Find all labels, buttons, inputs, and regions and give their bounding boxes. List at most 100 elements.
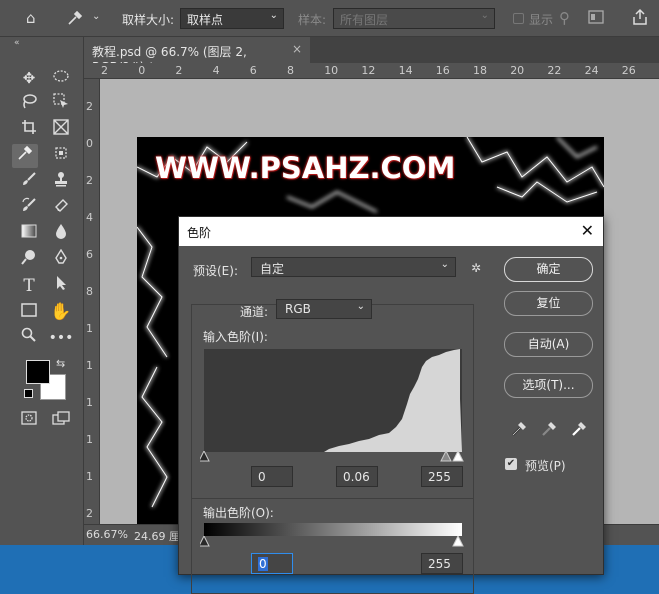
ruler-tick-label: 4 (212, 64, 220, 77)
input-white-value: 255 (428, 470, 451, 484)
close-icon[interactable]: × (292, 42, 302, 56)
document-tab[interactable]: 教程.psd @ 66.7% (图层 2, RGB/8#) * × (84, 37, 310, 74)
chevron-down-icon: ⌄ (440, 259, 449, 270)
ruler-tick-label: 10 (324, 64, 339, 77)
show-checkbox[interactable] (513, 13, 524, 24)
default-colors-icon[interactable] (24, 389, 33, 398)
history-brush-tool-icon[interactable] (16, 196, 42, 220)
ruler-tick-label: 8 (86, 285, 93, 298)
workspace-icon[interactable] (588, 10, 604, 28)
spot-healing-tool-icon[interactable] (48, 144, 74, 168)
sample-label: 样本: (298, 13, 327, 27)
eyedropper-tool-icon[interactable] (12, 144, 38, 168)
swap-colors-icon[interactable]: ⇆ (56, 357, 65, 370)
chevron-down-icon: ⌄ (480, 10, 489, 21)
quick-mask-icon[interactable] (16, 408, 42, 432)
input-levels-label: 输入色阶(I): (203, 330, 268, 344)
dodge-tool-icon[interactable] (16, 248, 42, 272)
lasso-tool-icon[interactable] (16, 92, 42, 116)
zoom-tool-icon[interactable] (16, 326, 42, 350)
pen-tool-icon[interactable] (48, 248, 74, 272)
divider (191, 498, 474, 499)
chevron-down-icon: ⌄ (356, 301, 365, 312)
ruler-tick-label: 2 (101, 64, 108, 77)
document-info[interactable]: 24.69 厘 (134, 528, 180, 544)
options-button[interactable]: 选项(T)... (504, 373, 593, 398)
gray-point-eyedropper-icon[interactable] (539, 420, 559, 440)
dialog-title-bar[interactable]: 色阶 ✕ (179, 217, 603, 246)
chevron-down-icon[interactable]: ⌄ (92, 11, 100, 22)
crop-tool-icon[interactable] (16, 118, 42, 142)
screen-mode-icon[interactable] (48, 408, 74, 432)
sample-size-select[interactable]: 取样点 ⌄ (180, 8, 284, 29)
output-sliders[interactable] (200, 536, 466, 548)
search-icon[interactable]: ⚲ (559, 9, 570, 27)
channel-select[interactable]: RGB ⌄ (276, 299, 372, 319)
ruler-tick-label: 6 (249, 64, 257, 77)
output-black-field[interactable]: 0 (251, 553, 293, 574)
close-icon[interactable]: ✕ (581, 221, 594, 240)
options-bar: ⌂ ⌄ 取样大小: 取样点 ⌄ 样本: 所有图层 ⌄ 显示 ⚲ (0, 0, 659, 37)
auto-button[interactable]: 自动(A) (504, 332, 593, 357)
horizontal-ruler[interactable]: 2 0 2 4 6 8 10 12 14 16 18 20 22 24 26 (84, 63, 659, 79)
channel-label: 通道: (240, 305, 269, 319)
ruler-tick-label: 4 (86, 211, 93, 224)
ruler-tick-label: 1 (86, 396, 93, 409)
preview-checkbox[interactable]: ✔ (505, 458, 517, 470)
input-gamma-value: 0.06 (343, 470, 370, 484)
move-tool-icon[interactable]: ✥ (16, 66, 42, 90)
input-black-field[interactable]: 0 (251, 466, 293, 487)
histogram (204, 349, 462, 452)
chevron-down-icon: ⌄ (269, 10, 278, 21)
black-point-eyedropper-icon[interactable] (509, 420, 529, 440)
output-white-value: 255 (428, 557, 451, 571)
input-gamma-field[interactable]: 0.06 (336, 466, 378, 487)
watermark-text: WWW.PSAHZ.COM (155, 151, 456, 185)
levels-dialog: 色阶 ✕ 预设(E): 自定 ⌄ ✲ 通道: RGB ⌄ 输入色阶(I): 0 … (178, 216, 604, 594)
input-white-field[interactable]: 255 (421, 466, 463, 487)
home-icon[interactable]: ⌂ (26, 9, 36, 27)
input-sliders[interactable] (200, 451, 466, 463)
hand-tool-icon[interactable]: ✋ (48, 300, 74, 324)
zoom-level[interactable]: 66.67% (86, 528, 128, 541)
output-white-field[interactable]: 255 (421, 553, 463, 574)
output-black-value: 0 (258, 557, 268, 571)
eyedropper-tool-preset-icon[interactable] (66, 9, 84, 31)
foreground-color-swatch[interactable] (26, 360, 50, 384)
ruler-tick-label: 1 (86, 433, 93, 446)
sample-size-label: 取样大小: (122, 13, 175, 27)
type-tool-icon[interactable]: T (16, 274, 42, 298)
blur-tool-icon[interactable] (48, 222, 74, 246)
ruler-tick-label: 16 (435, 64, 450, 77)
eraser-tool-icon[interactable] (48, 196, 74, 220)
path-selection-tool-icon[interactable] (48, 274, 74, 298)
preview-label[interactable]: 预览(P) (525, 457, 566, 474)
object-selection-tool-icon[interactable] (48, 92, 74, 116)
reset-button[interactable]: 复位 (504, 291, 593, 316)
sample-select[interactable]: 所有图层 ⌄ (333, 8, 495, 29)
preset-label: 预设(E): (193, 264, 238, 278)
ruler-tick-label: 24 (584, 64, 599, 77)
dialog-title: 色阶 (187, 226, 212, 240)
ok-button[interactable]: 确定 (504, 257, 593, 282)
stamp-tool-icon[interactable] (48, 170, 74, 194)
ruler-tick-label: 26 (621, 64, 636, 77)
preset-options-gear-icon[interactable]: ✲ (471, 261, 481, 275)
ruler-tick-label: 1 (86, 470, 93, 483)
ruler-tick-label: 6 (86, 248, 93, 261)
white-point-eyedropper-icon[interactable] (569, 420, 589, 440)
show-label: 显示 (529, 13, 554, 27)
collapse-icon[interactable]: « (14, 38, 20, 48)
rectangle-tool-icon[interactable] (16, 300, 42, 324)
brush-tool-icon[interactable] (16, 170, 42, 194)
preset-select[interactable]: 自定 ⌄ (251, 257, 456, 277)
gradient-tool-icon[interactable] (16, 222, 42, 246)
more-tools-icon[interactable]: ••• (48, 326, 74, 350)
ruler-tick-label: 2 (86, 100, 93, 113)
frame-tool-icon[interactable] (48, 118, 74, 142)
marquee-tool-icon[interactable] (48, 66, 74, 90)
vertical-ruler[interactable]: 2 0 2 4 6 8 1 1 1 1 1 2 (84, 79, 100, 524)
ruler-tick-label: 2 (86, 174, 93, 187)
share-icon[interactable] (632, 8, 648, 30)
ruler-tick-label: 14 (398, 64, 413, 77)
